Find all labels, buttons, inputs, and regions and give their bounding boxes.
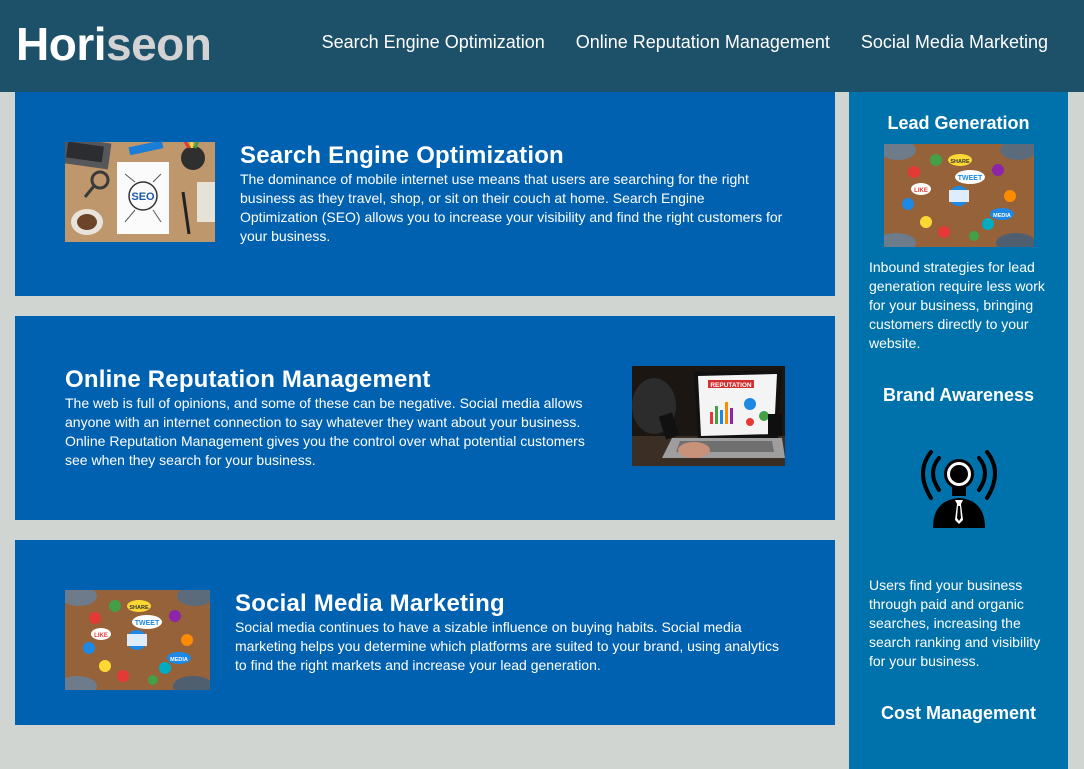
reputation-image: REPUTATION bbox=[632, 366, 785, 466]
nav-link-social-media[interactable]: Social Media Marketing bbox=[861, 30, 1048, 54]
brand-awareness-title: Brand Awareness bbox=[882, 385, 1035, 405]
logo-accent: seon bbox=[106, 18, 212, 70]
lead-generation-image: TWEET LIKE SHARE MEDIA bbox=[884, 144, 1034, 247]
lead-badge-media: MEDIA bbox=[993, 213, 1011, 219]
social-media-title: Social Media Marketing bbox=[235, 590, 505, 617]
site-logo[interactable]: Horiseon bbox=[16, 14, 212, 74]
social-badge-like: LIKE bbox=[94, 633, 108, 639]
lead-badge-share: SHARE bbox=[950, 159, 970, 165]
seo-section: SEO Search Engine Optimization The domin… bbox=[15, 92, 835, 296]
reputation-section: Online Reputation Management The web is … bbox=[15, 316, 835, 520]
benefits-sidebar: Lead Generation TWEET LIKE SHARE MEDIA I… bbox=[849, 92, 1068, 769]
social-media-section: TWEET LIKE SHARE MEDIA Social Media Mark… bbox=[15, 540, 835, 725]
site-header: Horiseon Search Engine Optimization Onli… bbox=[0, 0, 1084, 92]
seo-image-label: SEO bbox=[131, 191, 155, 203]
lead-badge-like: LIKE bbox=[914, 188, 928, 194]
lead-generation-text: Inbound strategies for lead generation r… bbox=[869, 259, 1045, 351]
social-media-image: TWEET LIKE SHARE MEDIA bbox=[65, 590, 210, 690]
lead-badge-tweet: TWEET bbox=[958, 175, 983, 182]
social-media-text: Social media continues to have a sizable… bbox=[235, 619, 779, 673]
lead-generation-title: Lead Generation bbox=[887, 113, 1030, 133]
cost-management-title: Cost Management bbox=[880, 703, 1037, 723]
social-badge-tweet: TWEET bbox=[135, 620, 160, 627]
nav-link-seo[interactable]: Search Engine Optimization bbox=[322, 30, 545, 54]
reputation-text: The web is full of opinions, and some of… bbox=[65, 395, 585, 468]
main-nav: Search Engine Optimization Online Reputa… bbox=[322, 30, 1048, 54]
seo-title: Search Engine Optimization bbox=[240, 142, 564, 169]
brand-awareness-text: Users find your business through paid an… bbox=[869, 577, 1041, 669]
social-badge-media: MEDIA bbox=[170, 657, 188, 663]
lightbulb-person-icon bbox=[921, 450, 997, 530]
seo-text: The dominance of mobile internet use mea… bbox=[240, 171, 783, 244]
seo-image: SEO bbox=[65, 142, 215, 242]
nav-link-reputation[interactable]: Online Reputation Management bbox=[576, 30, 830, 54]
reputation-title: Online Reputation Management bbox=[65, 366, 431, 393]
reputation-image-label: REPUTATION bbox=[710, 382, 752, 389]
logo-main: Hori bbox=[16, 18, 107, 70]
social-badge-share: SHARE bbox=[129, 605, 149, 611]
